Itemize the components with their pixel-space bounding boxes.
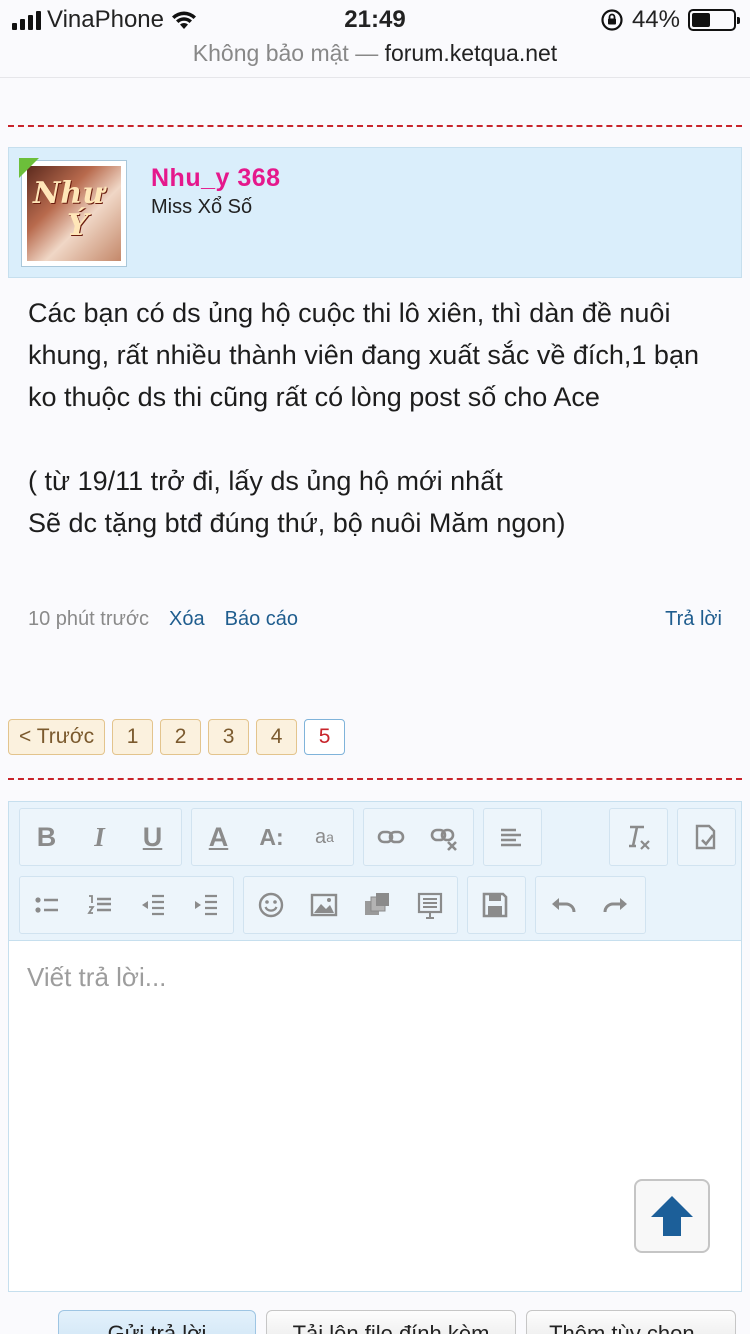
italic-button[interactable]: I [73,809,126,865]
document-toggle-icon [695,824,715,850]
numbered-list-icon [86,895,111,914]
post-actions: 10 phút trước Xóa Báo cáo Trả lời [28,608,722,631]
bullet-list-icon [34,897,58,913]
image-icon [310,893,337,917]
current-page[interactable]: 5 [304,719,346,755]
smiley-icon [258,892,283,918]
clear-format-group [609,808,668,866]
url-domain: forum.ketqua.net [384,40,558,66]
battery-percent: 44% [631,6,680,33]
font-size-button[interactable]: A: [245,809,298,865]
author-name[interactable]: Nhu_y 368 [151,164,281,193]
avatar-text: Ý [67,208,89,243]
pagination: < Trước 1 2 3 4 5 [8,719,346,755]
reply-link[interactable]: Trả lời [665,608,722,631]
post-paragraph: ( từ 19/11 trở đi, lấy ds ủng hộ mới nhấ… [28,466,566,538]
redo-button[interactable] [589,877,642,933]
divider [8,125,742,127]
avatar-text: Như [33,176,105,211]
reply-editor: B I U A A: aa [8,801,742,1292]
image-button[interactable] [297,877,350,933]
insert-block-button[interactable] [403,877,456,933]
save-draft-button[interactable] [468,877,521,933]
list-group [19,876,234,934]
font-group: A A: aa [191,808,354,866]
security-label: Không bảo mật — [192,40,379,66]
page-link[interactable]: 1 [112,719,154,755]
editor-toolbar: B I U A A: aa [9,802,741,941]
bold-button[interactable]: B [20,809,73,865]
post-paragraph: Các bạn có ds ủng hộ cuộc thi lô xiên, t… [28,298,699,412]
font-family-icon-sub: a [326,829,334,845]
upload-attachment-button[interactable]: Tải lên file đính kèm [266,1310,516,1334]
divider [8,778,742,780]
clear-format-icon [628,825,650,850]
reply-textarea[interactable] [9,942,741,1291]
outdent-icon [141,894,164,916]
align-group [483,808,542,866]
scroll-to-top-button[interactable] [634,1179,710,1253]
author-title: Miss Xổ Số [151,196,253,218]
smilie-button[interactable] [244,877,297,933]
post-body: Các bạn có ds ủng hộ cuộc thi lô xiên, t… [28,292,728,544]
insert-block-icon [417,892,442,919]
online-indicator-icon [19,158,39,178]
page-link[interactable]: 4 [256,719,298,755]
link-group [363,808,474,866]
undo-button[interactable] [536,877,589,933]
address-bar[interactable]: Không bảo mật — forum.ketqua.net [0,40,750,78]
submit-reply-button[interactable]: Gửi trả lời [58,1310,256,1334]
font-color-button[interactable]: A [192,809,245,865]
arrow-up-icon [651,1196,693,1236]
report-link[interactable]: Báo cáo [225,608,298,631]
bullet-list-button[interactable] [20,877,73,933]
source-toggle-button[interactable] [678,809,731,865]
redo-icon [603,898,627,913]
align-left-icon [500,828,521,847]
form-buttons: Gửi trả lời Tải lên file đính kèm Thêm t… [0,1310,750,1334]
page-link[interactable]: 2 [160,719,202,755]
text-style-group: B I U [19,808,182,866]
more-options-button[interactable]: Thêm tùy chọn... [526,1310,736,1334]
font-family-icon: a [315,825,327,848]
indent-button[interactable] [179,877,232,933]
battery-fill [692,13,710,27]
status-bar: VinaPhone 21:49 44% [0,0,750,40]
avatar-image: Như Ý [27,166,121,261]
underline-button[interactable]: U [126,809,179,865]
font-family-button[interactable]: aa [298,809,351,865]
indent-icon [194,894,217,916]
undo-icon [551,898,575,913]
rotation-lock-icon [601,9,623,31]
post-time: 10 phút trước [28,608,150,630]
page-link[interactable]: 3 [208,719,250,755]
unlink-icon [430,828,457,851]
status-right: 44% [600,6,740,34]
delete-link[interactable]: Xóa [169,608,205,631]
link-icon [377,830,404,844]
numbered-list-button[interactable] [73,877,126,933]
clear-format-button[interactable] [610,809,663,865]
media-button[interactable] [350,877,403,933]
save-group [467,876,526,934]
reply-area [9,942,741,1291]
outdent-button[interactable] [126,877,179,933]
source-group [677,808,736,866]
save-icon [482,892,507,918]
history-group [535,876,646,934]
media-icon [364,893,389,915]
link-button[interactable] [364,809,417,865]
post-header: Như Ý Nhu_y 368 Miss Xổ Số [8,147,742,278]
align-button[interactable] [484,809,537,865]
prev-page-button[interactable]: < Trước [8,719,106,755]
insert-group [243,876,458,934]
unlink-button[interactable] [417,809,470,865]
battery-icon [688,9,740,31]
